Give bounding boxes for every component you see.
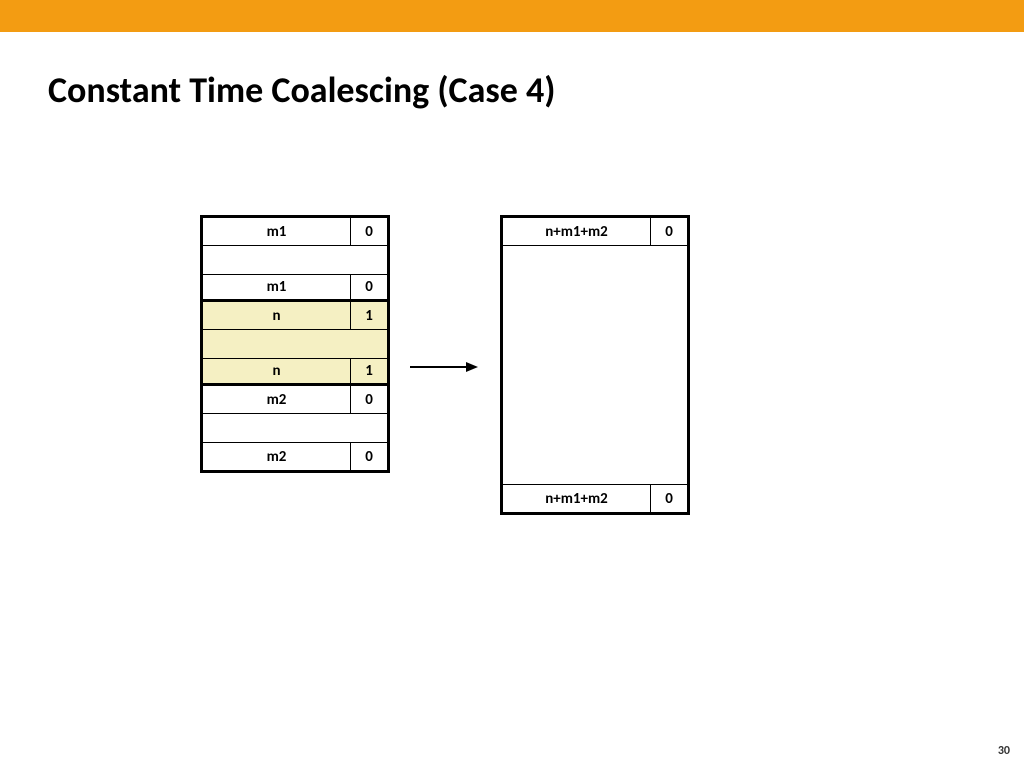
coalesced-header-flag: 0 — [651, 218, 687, 245]
transition-arrow-icon — [408, 360, 478, 374]
m2-footer-size: m2 — [203, 443, 351, 470]
m2-footer-row: m2 0 — [203, 442, 387, 470]
m2-header-flag: 0 — [351, 386, 387, 413]
m1-header-size: m1 — [203, 218, 351, 245]
coalesced-payload — [503, 246, 687, 484]
slide-title: Constant Time Coalescing (Case 4) — [48, 68, 555, 112]
coalesced-footer-flag: 0 — [651, 485, 687, 512]
m1-footer-row: m1 0 — [203, 274, 387, 302]
coalesced-header-row: n+m1+m2 0 — [503, 218, 687, 246]
n-footer-row: n 1 — [203, 358, 387, 386]
m2-header-size: m2 — [203, 386, 351, 413]
n-footer-flag: 1 — [351, 359, 387, 383]
coalesced-footer-size: n+m1+m2 — [503, 485, 651, 512]
before-coalescing-diagram: m1 0 m1 0 n 1 n 1 m2 0 m2 0 — [200, 215, 390, 473]
after-coalescing-diagram: n+m1+m2 0 n+m1+m2 0 — [500, 215, 690, 515]
m1-footer-size: m1 — [203, 275, 351, 299]
m1-footer-flag: 0 — [351, 275, 387, 299]
n-header-row: n 1 — [203, 302, 387, 330]
m2-header-row: m2 0 — [203, 386, 387, 414]
n-footer-size: n — [203, 359, 351, 383]
n-header-size: n — [203, 302, 351, 329]
n-payload — [203, 330, 387, 358]
m2-footer-flag: 0 — [351, 443, 387, 470]
coalesced-header-size: n+m1+m2 — [503, 218, 651, 245]
coalesced-footer-row: n+m1+m2 0 — [503, 484, 687, 512]
m2-payload — [203, 414, 387, 442]
accent-top-bar — [0, 0, 1024, 32]
n-header-flag: 1 — [351, 302, 387, 329]
m1-payload — [203, 246, 387, 274]
slide-number: 30 — [998, 744, 1010, 758]
m1-header-row: m1 0 — [203, 218, 387, 246]
m1-header-flag: 0 — [351, 218, 387, 245]
